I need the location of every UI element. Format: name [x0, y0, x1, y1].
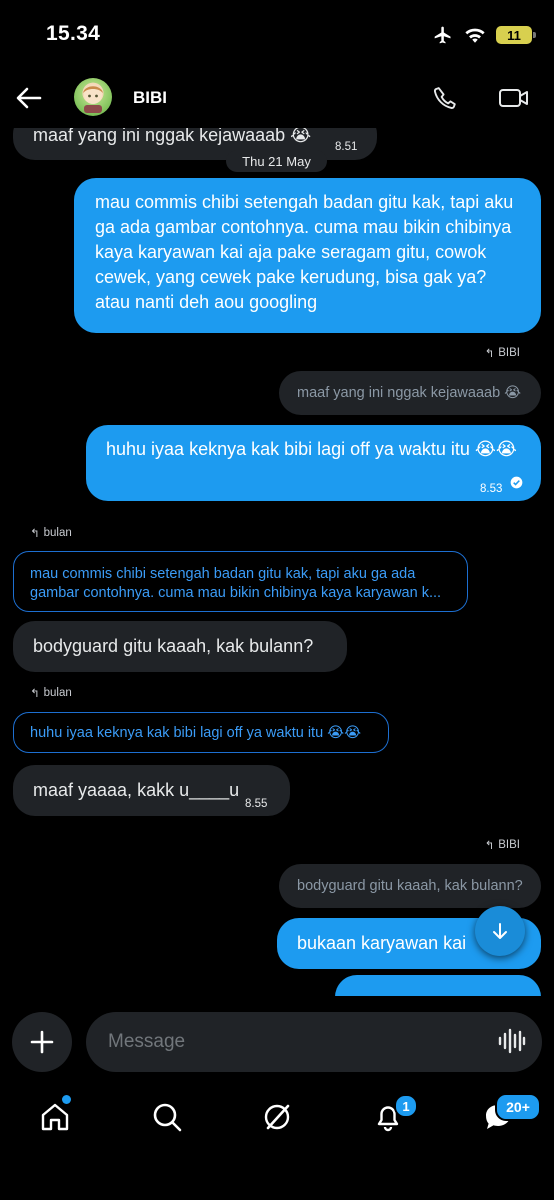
check-icon — [510, 476, 523, 489]
reply-label: ↰ BIBI — [485, 346, 520, 360]
search-icon[interactable] — [150, 1100, 184, 1134]
quoted-text: bodyguard gitu kaaah, kak bulann? — [297, 878, 523, 894]
plus-icon — [30, 1030, 54, 1054]
message-incoming[interactable]: maaf yaaaa, kakk u____u 8.55 — [13, 765, 290, 816]
reply-icon: ↰ — [30, 688, 40, 700]
message-input[interactable] — [86, 1012, 542, 1072]
reply-to-name: BIBI — [498, 347, 520, 359]
reply-icon: ↰ — [484, 348, 495, 360]
reply-label: ↰ BIBI — [485, 838, 520, 852]
message-text: maaf yang ini nggak kejawaaab 😭 — [33, 125, 312, 145]
reply-to-name: BIBI — [498, 839, 520, 851]
voice-icon[interactable] — [496, 1026, 526, 1056]
message-incoming[interactable]: bodyguard gitu kaaah, kak bulann? — [13, 621, 347, 672]
phone-icon[interactable] — [430, 84, 460, 112]
message-timestamp: 8.53 — [480, 483, 503, 495]
message-outgoing[interactable]: mau commis chibi setengah badan gitu kak… — [74, 178, 541, 333]
quoted-message[interactable]: mau commis chibi setengah badan gitu kak… — [13, 551, 468, 612]
message-outgoing[interactable]: huhu iyaa keknya kak bibi lagi off ya wa… — [86, 425, 541, 501]
video-icon[interactable] — [498, 86, 530, 110]
grok-icon[interactable] — [260, 1100, 294, 1134]
avatar[interactable] — [74, 78, 112, 116]
quoted-text: mau commis chibi setengah badan gitu kak… — [30, 566, 442, 601]
message-text: bodyguard gitu kaaah, kak bulann? — [33, 636, 314, 656]
reply-label: ↰ bulan — [30, 686, 72, 700]
message-text: bukaan karyawan kai — [297, 933, 467, 953]
reply-icon: ↰ — [484, 840, 495, 852]
contact-name[interactable]: BIBI — [133, 88, 167, 108]
quoted-text: huhu iyaa keknya kak bibi lagi off ya wa… — [30, 725, 362, 741]
date-divider: Thu 21 May — [226, 150, 327, 172]
airplane-icon — [434, 26, 451, 44]
back-arrow-icon[interactable] — [14, 84, 44, 112]
battery-indicator: 11 — [496, 26, 536, 44]
reply-to-name: bulan — [43, 687, 72, 699]
message-text: huhu iyaa keknya kak bibi lagi off ya wa… — [106, 439, 517, 459]
wifi-icon — [465, 28, 485, 43]
status-time: 15.34 — [46, 22, 101, 45]
messages-badge: 20+ — [495, 1093, 541, 1121]
message-text: maaf yaaaa, kakk u____u — [33, 780, 240, 800]
message-timestamp: 8.55 — [245, 798, 268, 810]
notifications-badge: 1 — [394, 1094, 418, 1118]
message-timestamp: 8.51 — [335, 141, 358, 153]
message-outgoing-partial[interactable] — [335, 975, 541, 997]
reply-to-name: bulan — [43, 527, 72, 539]
scroll-to-bottom-button[interactable] — [475, 906, 525, 956]
quoted-message[interactable]: bodyguard gitu kaaah, kak bulann? — [279, 864, 541, 908]
arrow-down-icon — [493, 923, 507, 939]
home-unread-dot — [62, 1095, 71, 1104]
quoted-message[interactable]: huhu iyaa keknya kak bibi lagi off ya wa… — [13, 712, 389, 753]
add-attachment-button[interactable] — [12, 1012, 72, 1072]
reply-icon: ↰ — [30, 528, 40, 540]
home-icon[interactable] — [38, 1100, 72, 1134]
quoted-message[interactable]: maaf yang ini nggak kejawaaab 😭 — [279, 371, 541, 415]
reply-label: ↰ bulan — [30, 526, 72, 540]
message-text: mau commis chibi setengah badan gitu kak… — [95, 192, 514, 312]
quoted-text: maaf yang ini nggak kejawaaab 😭 — [297, 385, 522, 401]
status-icons: 11 — [432, 24, 536, 46]
